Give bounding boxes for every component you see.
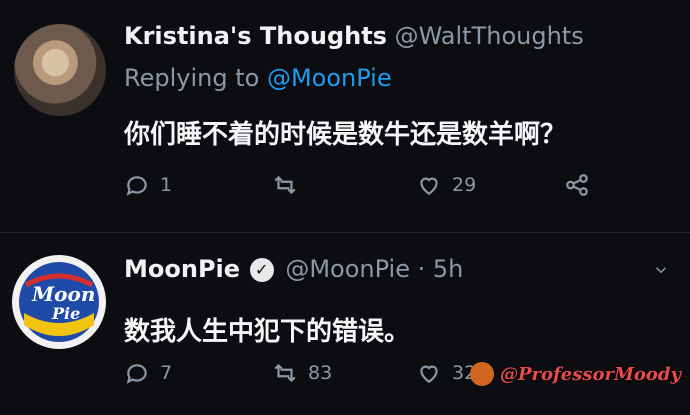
like-count: 29	[452, 174, 477, 196]
replying-to: Replying to @MoonPie	[124, 64, 392, 92]
retweet-button[interactable]: 83	[272, 360, 332, 386]
share-icon	[566, 174, 588, 196]
retweet-icon	[274, 175, 296, 195]
chevron-down-icon[interactable]	[652, 261, 670, 279]
reply-button[interactable]: 7	[124, 360, 172, 386]
watermark-text: @ProfessorMoody	[500, 363, 681, 385]
share-button[interactable]	[564, 172, 590, 198]
tweet-header: Kristina's Thoughts @WaltThoughts	[124, 22, 584, 50]
display-name[interactable]: Kristina's Thoughts	[124, 22, 387, 50]
handle-timestamp[interactable]: @MoonPie · 5h	[285, 255, 463, 283]
tweet-text: 你们睡不着的时候是数牛还是数羊啊？	[124, 120, 567, 150]
moonpie-tweet[interactable]: Moon Pie MoonPie ✓ @MoonPie · 5h 数我人生中犯下…	[0, 233, 690, 415]
moonpie-logo: Moon Pie	[14, 257, 104, 347]
reply-button[interactable]: 1	[124, 172, 172, 198]
reply-tweet[interactable]: Kristina's Thoughts @WaltThoughts Replyi…	[0, 0, 690, 233]
reply-count: 7	[160, 362, 173, 384]
display-name[interactable]: MoonPie	[124, 255, 240, 283]
handle[interactable]: @WaltThoughts	[395, 22, 584, 50]
heart-icon	[420, 177, 438, 195]
verified-badge-icon: ✓	[249, 258, 274, 282]
tweet-header: MoonPie ✓ @MoonPie · 5h	[124, 255, 463, 283]
logo-text-pie: Pie	[51, 304, 80, 323]
reply-count: 1	[160, 174, 173, 196]
watermark-badge-icon	[470, 362, 494, 386]
avatar-moonpie[interactable]: Moon Pie	[12, 255, 106, 349]
logo-text-moon: Moon	[31, 282, 95, 306]
tweet-text: 数我人生中犯下的错误。	[124, 317, 411, 347]
reply-icon	[126, 364, 147, 384]
retweet-count: 83	[308, 362, 333, 384]
retweet-button[interactable]	[272, 172, 308, 198]
watermark: @ProfessorMoody	[470, 362, 681, 386]
like-button[interactable]: 29	[416, 172, 476, 198]
mention-link[interactable]: @MoonPie	[267, 64, 392, 92]
heart-icon	[420, 365, 438, 383]
reply-prefix: Replying to	[124, 64, 260, 92]
retweet-icon	[274, 363, 296, 383]
avatar-kristina[interactable]	[14, 24, 106, 116]
reply-icon	[126, 176, 147, 196]
